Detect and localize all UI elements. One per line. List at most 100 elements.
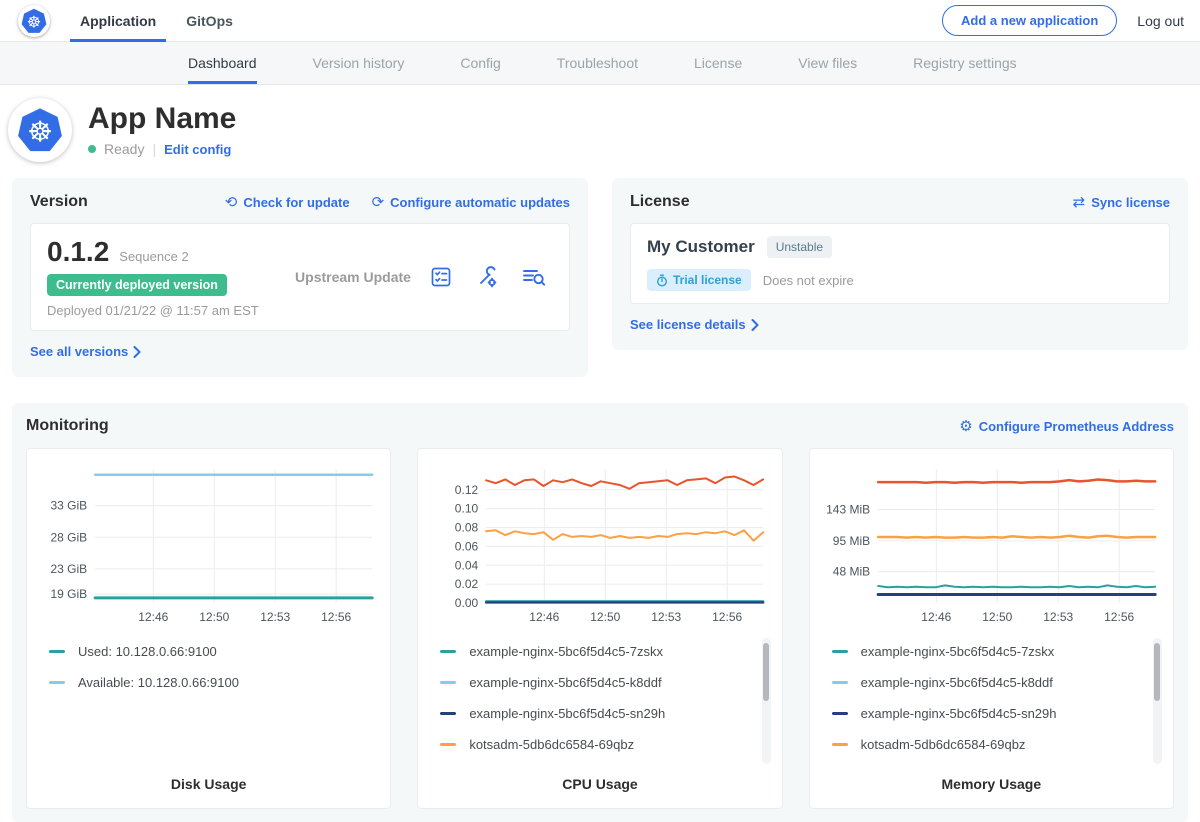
topnav-tab-application[interactable]: Application — [80, 0, 156, 42]
legend-color-dash — [49, 650, 65, 653]
legend-scrollbar — [1153, 638, 1162, 764]
preflight-checks-icon[interactable] — [429, 265, 453, 289]
version-card: Version ⟲ Check for update ⟳ Configure a… — [12, 178, 588, 377]
channel-badge: Unstable — [767, 236, 832, 258]
app-avatar: ☸ — [8, 98, 72, 162]
cpu-usage-chart: 0.000.020.040.060.080.100.1212:4612:5012… — [424, 459, 775, 634]
legend-color-dash — [832, 712, 848, 715]
svg-text:28 GiB: 28 GiB — [50, 530, 87, 544]
tab-registry-settings[interactable]: Registry settings — [913, 42, 1016, 84]
svg-text:12:53: 12:53 — [260, 610, 290, 624]
see-all-versions-link[interactable]: See all versions — [30, 344, 141, 359]
chevron-right-icon — [133, 346, 141, 358]
disk-usage-chart: 19 GiB 23 GiB 28 GiB 33 GiB 12:46 12:50 12:53 1… — [33, 459, 384, 634]
chart-title-cpu: CPU Usage — [424, 768, 775, 798]
legend-item: example-nginx-5bc6f5d4c5-7zskx — [440, 644, 757, 659]
svg-text:12:53: 12:53 — [1043, 610, 1073, 624]
topnav-tab-gitops[interactable]: GitOps — [186, 0, 233, 42]
app-sub-nav: Dashboard Version history Config Trouble… — [0, 42, 1200, 85]
configure-automatic-updates-link[interactable]: ⟳ Configure automatic updates — [372, 195, 570, 210]
legend-scrollbar — [762, 638, 771, 764]
sync-license-link[interactable]: ⇄ Sync license — [1073, 195, 1170, 210]
memory-usage-chart-card: 48 MiB95 MiB143 MiB12:4612:5012:5312:56 … — [809, 448, 1174, 809]
sync-icon: ⇄ — [1073, 195, 1086, 210]
legend-label: example-nginx-5bc6f5d4c5-sn29h — [861, 706, 1057, 721]
tab-version-history[interactable]: Version history — [313, 42, 405, 84]
tab-license[interactable]: License — [694, 42, 742, 84]
see-license-details-link[interactable]: See license details — [630, 317, 759, 332]
svg-text:☸: ☸ — [27, 116, 53, 149]
monitoring-title: Monitoring — [26, 417, 109, 435]
legend-item: example-nginx-5bc6f5d4c5-7zskx — [832, 644, 1149, 659]
svg-text:95 MiB: 95 MiB — [832, 534, 869, 548]
auto-update-icon: ⟳ — [372, 195, 385, 210]
status-text: Ready — [104, 141, 144, 157]
legend-item: kotsadm-5db6dc6584-69qbz — [440, 737, 757, 752]
license-panel: My Customer Unstable Trial license Does … — [630, 223, 1170, 304]
chart-title-memory: Memory Usage — [816, 768, 1167, 798]
kubernetes-logo: ☸ — [18, 5, 50, 37]
svg-text:12:50: 12:50 — [199, 610, 229, 624]
svg-text:12:53: 12:53 — [652, 610, 682, 624]
config-wrench-icon[interactable] — [475, 265, 499, 289]
svg-text:12:46: 12:46 — [138, 610, 168, 624]
kubernetes-app-icon: ☸ — [17, 107, 63, 153]
refresh-icon: ⟲ — [225, 195, 238, 210]
legend-item: example-nginx-5bc6f5d4c5-k8ddf — [832, 675, 1149, 690]
legend-label: example-nginx-5bc6f5d4c5-sn29h — [469, 706, 665, 721]
svg-text:0.06: 0.06 — [455, 539, 479, 553]
legend-label: kotsadm-5db6dc6584-69qbz — [469, 737, 634, 752]
legend-color-dash — [440, 681, 456, 684]
trial-license-badge: Trial license — [647, 269, 751, 291]
legend-scrollbar-thumb[interactable] — [1154, 643, 1160, 701]
legend-color-dash — [832, 743, 848, 746]
disk-usage-legend: Used: 10.128.0.66:9100 Available: 10.128.… — [33, 634, 384, 752]
legend-label: example-nginx-5bc6f5d4c5-k8ddf — [861, 675, 1053, 690]
svg-text:12:56: 12:56 — [321, 610, 351, 624]
svg-text:0.00: 0.00 — [455, 596, 479, 610]
configure-prometheus-link[interactable]: ⚙ Configure Prometheus Address — [959, 419, 1174, 434]
add-application-button[interactable]: Add a new application — [942, 5, 1117, 36]
tab-troubleshoot[interactable]: Troubleshoot — [557, 42, 638, 84]
tab-dashboard[interactable]: Dashboard — [188, 42, 257, 84]
logout-button[interactable]: Log out — [1137, 13, 1184, 29]
top-nav: ☸ Application GitOps Add a new applicati… — [0, 0, 1200, 42]
view-diff-icon[interactable] — [521, 265, 547, 289]
svg-text:19 GiB: 19 GiB — [50, 587, 87, 601]
version-card-title: Version — [30, 193, 88, 211]
legend-color-dash — [832, 650, 848, 653]
license-card: License ⇄ Sync license My Customer Unsta… — [612, 178, 1188, 350]
legend-scrollbar-thumb[interactable] — [763, 643, 769, 701]
legend-item: example-nginx-5bc6f5d4c5-sn29h — [440, 706, 757, 721]
deployed-timestamp: Deployed 01/21/22 @ 11:57 am EST — [47, 303, 277, 318]
tab-view-files[interactable]: View files — [798, 42, 857, 84]
svg-text:0.12: 0.12 — [455, 483, 479, 497]
gear-icon: ⚙ — [959, 419, 972, 434]
legend-label: example-nginx-5bc6f5d4c5-7zskx — [861, 644, 1055, 659]
version-source-label: Upstream Update — [277, 269, 429, 285]
legend-color-dash — [440, 650, 456, 653]
svg-text:12:50: 12:50 — [591, 610, 621, 624]
svg-text:12:50: 12:50 — [982, 610, 1012, 624]
legend-item: Used: 10.128.0.66:9100 — [49, 644, 366, 659]
svg-text:0.04: 0.04 — [455, 558, 479, 572]
svg-text:0.08: 0.08 — [455, 521, 479, 535]
version-number: 0.1.2 — [47, 236, 109, 268]
legend-color-dash — [49, 681, 65, 684]
check-for-update-link[interactable]: ⟲ Check for update — [225, 195, 350, 210]
tab-config[interactable]: Config — [460, 42, 500, 84]
legend-item: Available: 10.128.0.66:9100 — [49, 675, 366, 690]
deployed-badge: Currently deployed version — [47, 274, 227, 296]
monitoring-section: Monitoring ⚙ Configure Prometheus Addres… — [12, 403, 1188, 822]
legend-color-dash — [440, 712, 456, 715]
svg-text:0.10: 0.10 — [455, 502, 479, 516]
legend-label: Available: 10.128.0.66:9100 — [78, 675, 239, 690]
svg-text:23 GiB: 23 GiB — [50, 562, 87, 576]
legend-item: example-nginx-5bc6f5d4c5-sn29h — [832, 706, 1149, 721]
kubernetes-logo-icon: ☸ — [21, 8, 47, 34]
edit-config-link[interactable]: Edit config — [164, 142, 231, 157]
svg-text:33 GiB: 33 GiB — [50, 499, 87, 513]
page-title: App Name — [88, 103, 236, 135]
legend-item: kotsadm-5db6dc6584-69qbz — [832, 737, 1149, 752]
expiry-text: Does not expire — [763, 273, 854, 288]
